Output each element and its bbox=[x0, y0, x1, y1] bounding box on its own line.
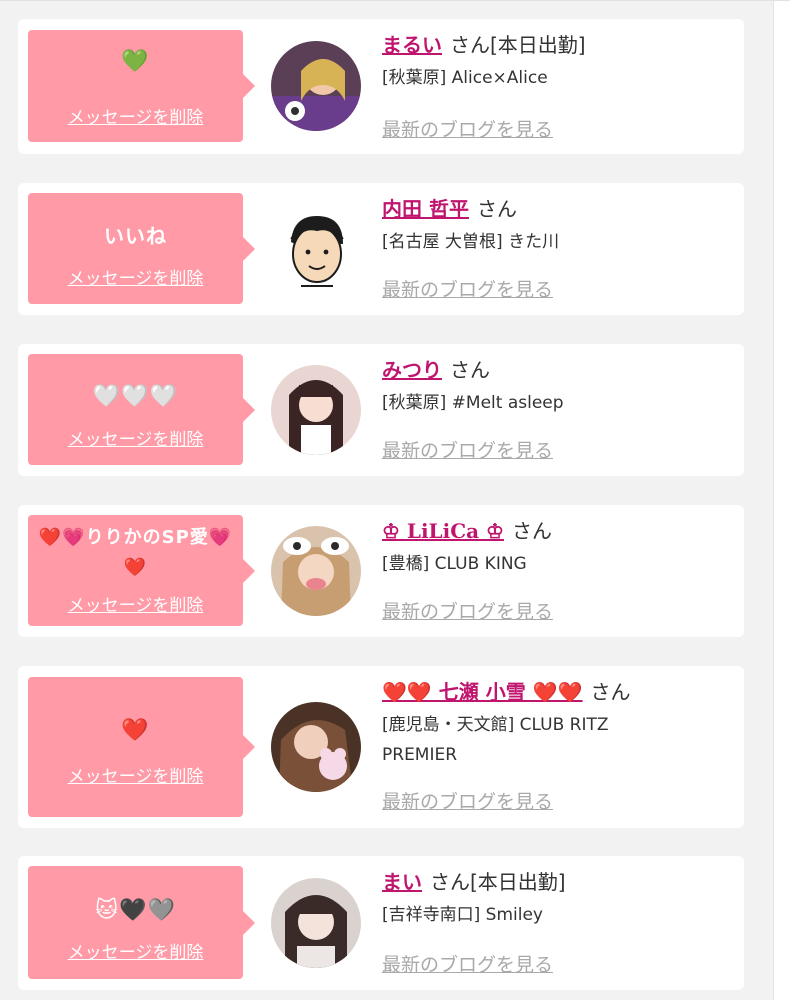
avatar-photo bbox=[271, 878, 361, 968]
sender-name-link[interactable]: まい bbox=[382, 870, 422, 894]
attendance-status: [本日出勤] bbox=[470, 870, 566, 894]
message-bubble: いいね メッセージを削除 bbox=[28, 193, 255, 304]
latest-blog-link[interactable]: 最新のブログを見る bbox=[382, 787, 553, 814]
user-avatar[interactable] bbox=[271, 878, 361, 968]
honorific: さん bbox=[450, 33, 490, 57]
user-avatar[interactable] bbox=[271, 41, 361, 131]
latest-blog-link[interactable]: 最新のブログを見る bbox=[382, 950, 553, 977]
message-card: ❤️💗りりかのSP愛💗❤️ メッセージを削除 ♔ LiLiCa ♔ さん [豊橋]… bbox=[18, 505, 744, 637]
honorific: さん bbox=[590, 680, 631, 704]
sender-info: みつり さん [秋葉原] #Melt asleep bbox=[382, 356, 736, 418]
message-bubble: 🐱🖤🩶 メッセージを削除 bbox=[28, 866, 255, 979]
honorific: さん bbox=[511, 519, 552, 543]
avatar-photo bbox=[271, 702, 361, 792]
message-card: いいね メッセージを削除 内田 哲平 さん [名古屋 大曽根] きた川 最新のブロ… bbox=[18, 183, 744, 315]
message-bubble: 💚 メッセージを削除 bbox=[28, 30, 255, 142]
message-text: 🐱🖤🩶 bbox=[95, 898, 176, 923]
shop-label: [吉祥寺南口] Smiley bbox=[382, 905, 543, 925]
message-card: 🤍🤍🤍 メッセージを削除 みつり さん [秋葉原] #Melt asleep 最新… bbox=[18, 344, 744, 476]
sender-info: まるい さん[本日出勤] [秋葉原] Alice×Alice bbox=[382, 31, 736, 93]
shop-label: [名古屋 大曽根] きた川 bbox=[382, 232, 560, 252]
sender-name-link[interactable]: 内田 哲平 bbox=[382, 197, 469, 221]
message-text: 🤍🤍🤍 bbox=[92, 384, 179, 409]
delete-message-link[interactable]: メッセージを削除 bbox=[28, 942, 243, 964]
avatar-photo bbox=[271, 365, 361, 455]
shop-label: [鹿児島・天文館] CLUB RITZ PREMIER bbox=[382, 715, 609, 765]
sender-name-link[interactable]: ♔ LiLiCa ♔ bbox=[382, 519, 504, 543]
latest-blog-link[interactable]: 最新のブログを見る bbox=[382, 436, 553, 463]
delete-message-link[interactable]: メッセージを削除 bbox=[28, 429, 243, 451]
latest-blog-link[interactable]: 最新のブログを見る bbox=[382, 597, 553, 624]
shop-label: [豊橋] CLUB KING bbox=[382, 554, 527, 574]
message-card: ❤️ メッセージを削除 ❤️❤️ 七瀬 小雪 ❤️❤️ さん [鹿児島・天文館] … bbox=[18, 666, 744, 828]
shop-label: [秋葉原] #Melt asleep bbox=[382, 393, 564, 413]
honorific: さん bbox=[450, 358, 490, 382]
sender-name-link[interactable]: みつり bbox=[382, 358, 442, 382]
page-scroll-gutter bbox=[773, 1, 790, 1000]
sender-name-link[interactable]: ❤️❤️ 七瀬 小雪 ❤️❤️ bbox=[382, 680, 583, 704]
latest-blog-link[interactable]: 最新のブログを見る bbox=[382, 115, 553, 142]
sender-name-link[interactable]: まるい bbox=[382, 33, 442, 57]
latest-blog-link[interactable]: 最新のブログを見る bbox=[382, 275, 553, 302]
message-card: 💚 メッセージを削除 まるい さん[本日出勤] [秋葉原] Alice×Alice… bbox=[18, 19, 744, 154]
honorific: さん bbox=[476, 197, 517, 221]
avatar-photo bbox=[271, 41, 361, 131]
user-avatar[interactable] bbox=[271, 365, 361, 455]
message-bubble: ❤️ メッセージを削除 bbox=[28, 677, 255, 817]
delete-message-link[interactable]: メッセージを削除 bbox=[28, 595, 243, 617]
avatar-photo bbox=[271, 526, 361, 616]
honorific: さん bbox=[430, 870, 470, 894]
message-text: ❤️💗りりかのSP愛💗❤️ bbox=[38, 527, 233, 578]
sender-info: まい さん[本日出勤] [吉祥寺南口] Smiley bbox=[382, 868, 736, 930]
delete-message-link[interactable]: メッセージを削除 bbox=[28, 268, 243, 290]
message-card: 🐱🖤🩶 メッセージを削除 まい さん[本日出勤] [吉祥寺南口] Smiley 最… bbox=[18, 856, 744, 990]
shop-label: [秋葉原] Alice×Alice bbox=[382, 68, 548, 88]
message-text: 💚 bbox=[121, 49, 150, 74]
message-list-page: 💚 メッセージを削除 まるい さん[本日出勤] [秋葉原] Alice×Alice… bbox=[0, 0, 790, 1000]
user-avatar[interactable] bbox=[271, 204, 361, 294]
delete-message-link[interactable]: メッセージを削除 bbox=[28, 107, 243, 129]
message-bubble: 🤍🤍🤍 メッセージを削除 bbox=[28, 354, 255, 465]
avatar-illustration bbox=[271, 204, 361, 294]
message-text: ❤️ bbox=[121, 718, 150, 743]
message-text: いいね bbox=[104, 224, 167, 248]
sender-info: 内田 哲平 さん [名古屋 大曽根] きた川 bbox=[382, 195, 736, 257]
delete-message-link[interactable]: メッセージを削除 bbox=[28, 766, 243, 788]
user-avatar[interactable] bbox=[271, 702, 361, 792]
attendance-status: [本日出勤] bbox=[490, 33, 586, 57]
message-bubble: ❤️💗りりかのSP愛💗❤️ メッセージを削除 bbox=[28, 515, 255, 626]
user-avatar[interactable] bbox=[271, 526, 361, 616]
sender-info: ♔ LiLiCa ♔ さん [豊橋] CLUB KING bbox=[382, 517, 736, 579]
sender-info: ❤️❤️ 七瀬 小雪 ❤️❤️ さん [鹿児島・天文館] CLUB RITZ PR… bbox=[382, 678, 736, 770]
